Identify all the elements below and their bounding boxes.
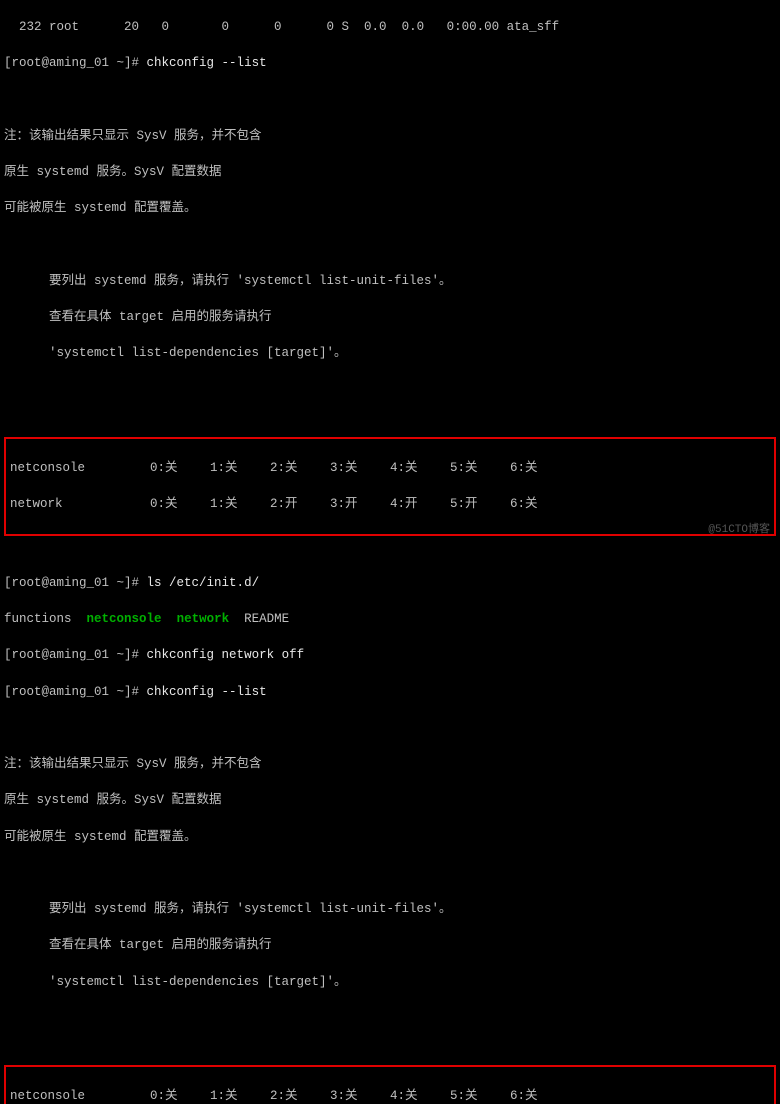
runlevel: 3:关 (330, 1087, 390, 1104)
runlevel: 1:关 (210, 1087, 270, 1104)
service-row: netconsole0:关1:关2:关3:关4:关5:关6:关 (10, 1087, 770, 1104)
note-line: 原生 systemd 服务。SysV 配置数据 (4, 791, 776, 809)
blank-line (4, 719, 776, 737)
runlevel: 1:关 (210, 459, 270, 477)
ls-entry: README (244, 612, 289, 626)
cmd-line-1: [root@aming_01 ~]# chkconfig --list (4, 54, 776, 72)
service-name: netconsole (10, 459, 150, 477)
blank-line (4, 236, 776, 254)
highlight-box-1: netconsole0:关1:关2:关3:关4:关5:关6:关 network0… (4, 437, 776, 536)
ls-entry-exec: netconsole (87, 612, 162, 626)
runlevel: 5:关 (450, 459, 510, 477)
blank-line (4, 91, 776, 109)
terminal[interactable]: 232 root 20 0 0 0 0 S 0.0 0.0 0:00.00 at… (0, 0, 780, 1104)
command-text: ls /etc/init.d/ (147, 576, 260, 590)
blank-line (4, 381, 776, 399)
runlevel: 1:关 (210, 495, 270, 513)
runlevel: 5:开 (450, 495, 510, 513)
highlight-box-2: netconsole0:关1:关2:关3:关4:关5:关6:关 network0… (4, 1065, 776, 1104)
service-row: network0:关1:关2:开3:开4:开5:开6:关 (10, 495, 770, 513)
cmd-line-off: [root@aming_01 ~]# chkconfig network off (4, 646, 776, 664)
command-text: chkconfig network off (147, 648, 305, 662)
note-line: 可能被原生 systemd 配置覆盖。 (4, 199, 776, 217)
note-line: 注：该输出结果只显示 SysV 服务，并不包含 (4, 755, 776, 773)
note-line: 注：该输出结果只显示 SysV 服务，并不包含 (4, 127, 776, 145)
runlevel: 2:关 (270, 459, 330, 477)
runlevel: 2:关 (270, 1087, 330, 1104)
hint-line: 查看在具体 target 启用的服务请执行 (4, 936, 776, 954)
prompt: [root@aming_01 ~]# (4, 685, 139, 699)
hint-line: 要列出 systemd 服务，请执行 'systemctl list-unit-… (4, 900, 776, 918)
service-name: netconsole (10, 1087, 150, 1104)
command-text: chkconfig --list (147, 56, 267, 70)
runlevel: 6:关 (510, 459, 570, 477)
prompt: [root@aming_01 ~]# (4, 56, 139, 70)
hint-line: 'systemctl list-dependencies [target]'。 (4, 344, 776, 362)
service-name: network (10, 495, 150, 513)
hint-line: 要列出 systemd 服务，请执行 'systemctl list-unit-… (4, 272, 776, 290)
runlevel: 6:关 (510, 495, 570, 513)
cmd-line-list2: [root@aming_01 ~]# chkconfig --list (4, 683, 776, 701)
runlevel: 0:关 (150, 1087, 210, 1104)
runlevel: 4:关 (390, 459, 450, 477)
blank-line (4, 864, 776, 882)
top-process-line: 232 root 20 0 0 0 0 S 0.0 0.0 0:00.00 at… (4, 18, 776, 36)
note-line: 可能被原生 systemd 配置覆盖。 (4, 828, 776, 846)
ls-entry-exec: network (177, 612, 230, 626)
runlevel: 4:开 (390, 495, 450, 513)
hint-line: 查看在具体 target 启用的服务请执行 (4, 308, 776, 326)
service-row: netconsole0:关1:关2:关3:关4:关5:关6:关 (10, 459, 770, 477)
runlevel: 2:开 (270, 495, 330, 513)
note-line: 原生 systemd 服务。SysV 配置数据 (4, 163, 776, 181)
prompt: [root@aming_01 ~]# (4, 648, 139, 662)
runlevel: 0:关 (150, 495, 210, 513)
prompt: [root@aming_01 ~]# (4, 576, 139, 590)
ls-entry: functions (4, 612, 72, 626)
runlevel: 4:关 (390, 1087, 450, 1104)
watermark: @51CTO博客 (708, 523, 770, 539)
blank-line (4, 1009, 776, 1027)
hint-line: 'systemctl list-dependencies [target]'。 (4, 973, 776, 991)
runlevel: 0:关 (150, 459, 210, 477)
runlevel: 6:关 (510, 1087, 570, 1104)
cmd-line-ls: [root@aming_01 ~]# ls /etc/init.d/ (4, 574, 776, 592)
ls-output: functions netconsole network README (4, 610, 776, 628)
runlevel: 5:关 (450, 1087, 510, 1104)
runlevel: 3:关 (330, 459, 390, 477)
runlevel: 3:开 (330, 495, 390, 513)
command-text: chkconfig --list (147, 685, 267, 699)
